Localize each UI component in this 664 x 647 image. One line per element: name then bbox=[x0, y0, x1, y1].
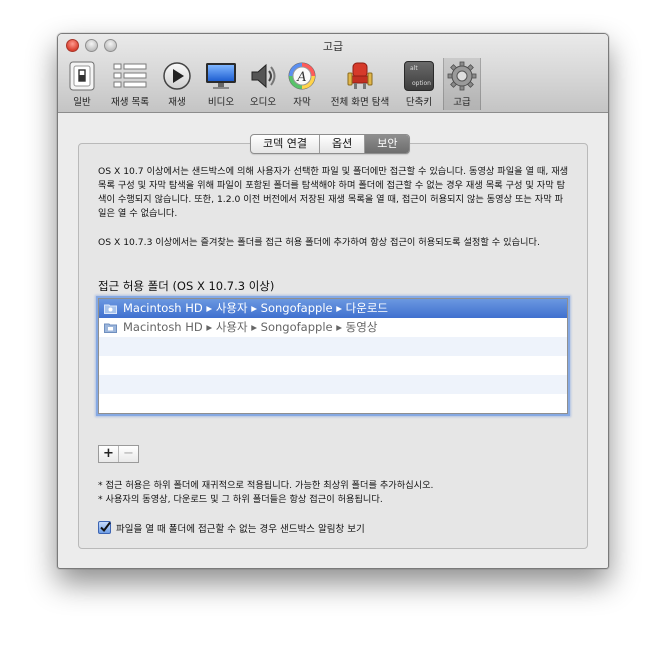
preferences-window: 고급 일반 재생 목록 재생 비디오 오디오 A 자막 전체 화면 탐색 alt… bbox=[57, 33, 609, 569]
add-remove-buttons: + − bbox=[98, 445, 139, 463]
toolbar-playback[interactable]: 재생 bbox=[160, 58, 194, 110]
sandbox-description: OS X 10.7 이상에서는 샌드박스에 의해 사용자가 선택한 파일 및 폴… bbox=[98, 166, 569, 219]
folder-path: Macintosh HD ▸ 사용자 ▸ Songofapple ▸ 다운로드 bbox=[123, 301, 388, 315]
advanced-pane: 코덱 연결 옵션 보안 OS X 10.7 이상에서는 샌드박스에 의해 사용자… bbox=[58, 113, 608, 568]
folder-icon bbox=[104, 304, 117, 314]
key-option-label: option bbox=[412, 80, 431, 87]
sandbox-alert-checkbox[interactable] bbox=[98, 521, 111, 534]
sandbox-alert-label: 파일을 열 때 폴더에 접근할 수 없는 경우 샌드박스 알림창 보기 bbox=[116, 524, 365, 535]
toolbar-shortcuts[interactable]: alt option 단축키 bbox=[402, 58, 436, 110]
general-switch-icon bbox=[69, 61, 95, 95]
allowed-folders-list[interactable]: Macintosh HD ▸ 사용자 ▸ Songofapple ▸ 다운로드 … bbox=[98, 298, 568, 414]
tab-bar: 코덱 연결 옵션 보안 bbox=[250, 134, 411, 154]
toolbar-advanced[interactable]: 고급 bbox=[443, 58, 481, 110]
toolbar-general[interactable]: 일반 bbox=[66, 58, 98, 110]
checkmark-icon bbox=[100, 521, 111, 533]
sandbox-alert-option[interactable]: 파일을 열 때 폴더에 접근할 수 없는 경우 샌드박스 알림창 보기 bbox=[98, 521, 365, 535]
allowed-folders-title: 접근 허용 폴더 (OS X 10.7.3 이상) bbox=[98, 279, 275, 293]
gear-icon bbox=[447, 61, 477, 95]
tab-codec-association[interactable]: 코덱 연결 bbox=[251, 135, 320, 153]
list-empty-row bbox=[99, 394, 567, 413]
toolbar-audio[interactable]: 오디오 bbox=[246, 58, 280, 110]
speaker-icon bbox=[248, 61, 278, 95]
list-empty-row bbox=[99, 337, 567, 356]
tab-security[interactable]: 보안 bbox=[365, 135, 410, 153]
default-folders-note: * 사용자의 동영상, 다운로드 및 그 하위 폴더들은 항상 접근이 허용됩니… bbox=[98, 494, 383, 505]
toolbar-playlist[interactable]: 재생 목록 bbox=[110, 58, 150, 110]
list-item[interactable]: Macintosh HD ▸ 사용자 ▸ Songofapple ▸ 동영상 bbox=[99, 318, 567, 337]
list-empty-row bbox=[99, 356, 567, 375]
folder-path: Macintosh HD ▸ 사용자 ▸ Songofapple ▸ 동영상 bbox=[123, 320, 378, 334]
play-icon bbox=[162, 61, 192, 95]
subtitle-color-icon: A bbox=[287, 61, 317, 95]
monitor-icon bbox=[205, 61, 237, 95]
recursive-note: * 접근 허용은 하위 폴더에 재귀적으로 적용됩니다. 가능한 최상위 폴더를… bbox=[98, 480, 434, 491]
add-folder-button[interactable]: + bbox=[99, 446, 118, 462]
folder-icon bbox=[104, 323, 117, 333]
toolbar-label: 전체 화면 탐색 bbox=[330, 97, 390, 108]
keyboard-key-icon: alt option bbox=[404, 61, 434, 91]
tab-options[interactable]: 옵션 bbox=[320, 135, 366, 153]
playlist-icon bbox=[113, 61, 147, 95]
list-item[interactable]: Macintosh HD ▸ 사용자 ▸ Songofapple ▸ 다운로드 bbox=[99, 299, 567, 318]
titlebar: 고급 일반 재생 목록 재생 비디오 오디오 A 자막 전체 화면 탐색 alt… bbox=[58, 34, 608, 113]
list-empty-row bbox=[99, 375, 567, 394]
svg-text:A: A bbox=[296, 70, 306, 85]
security-groupbox: OS X 10.7 이상에서는 샌드박스에 의해 사용자가 선택한 파일 및 폴… bbox=[78, 143, 588, 549]
theater-seat-icon bbox=[346, 61, 374, 95]
toolbar-video[interactable]: 비디오 bbox=[202, 58, 240, 110]
window-title: 고급 bbox=[322, 40, 344, 53]
favorites-description: OS X 10.7.3 이상에서는 즐겨찾는 폴더를 접근 허용 폴더에 추가하… bbox=[98, 237, 540, 248]
remove-folder-button[interactable]: − bbox=[118, 446, 138, 462]
toolbar-subtitles[interactable]: A 자막 bbox=[286, 58, 318, 110]
toolbar-label: 고급 bbox=[453, 97, 471, 108]
toolbar-fullscreen-browser[interactable]: 전체 화면 탐색 bbox=[330, 58, 390, 110]
key-alt-label: alt bbox=[410, 65, 418, 72]
